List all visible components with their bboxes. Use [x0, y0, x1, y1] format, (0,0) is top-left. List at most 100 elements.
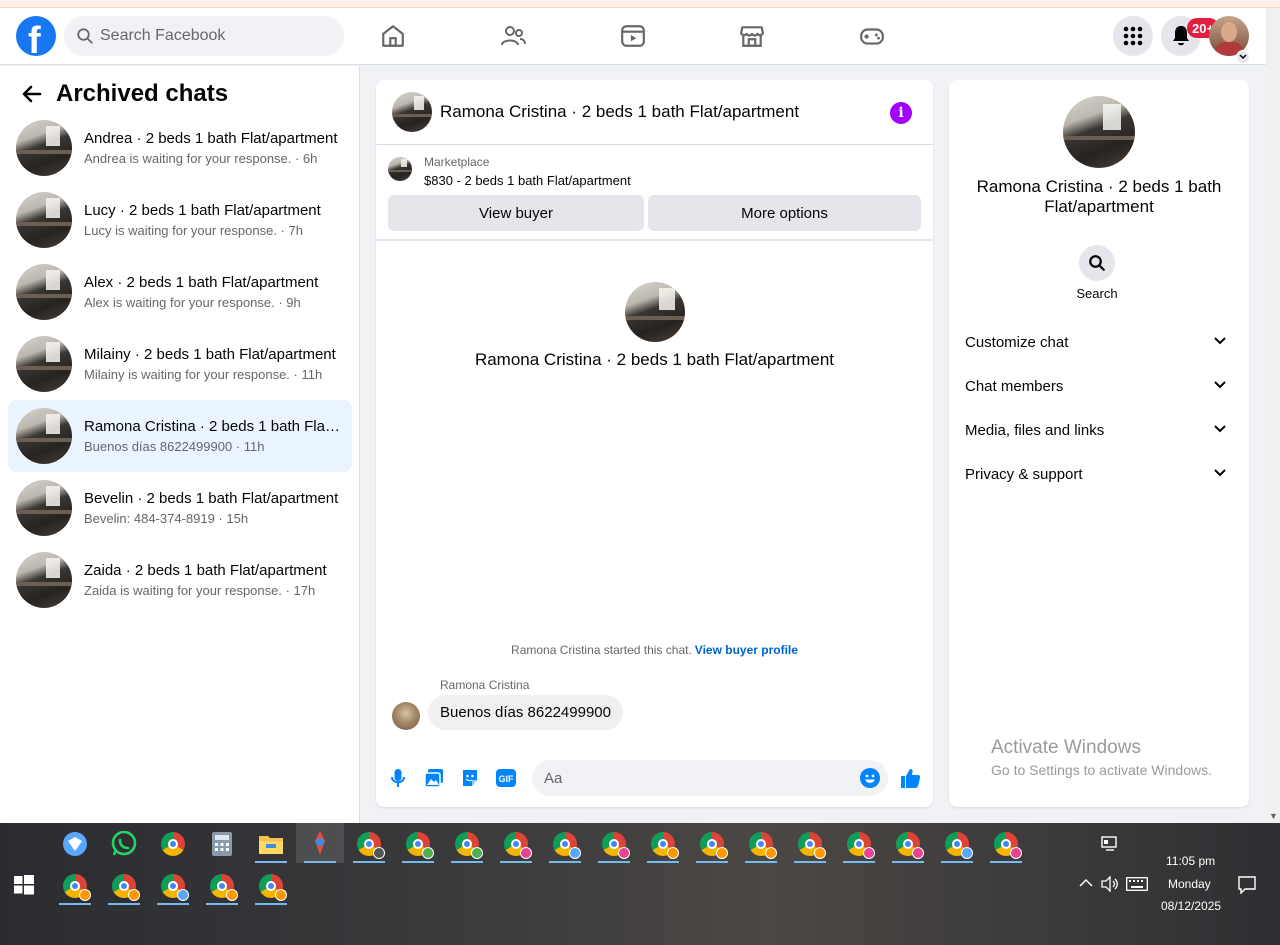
keyboard-icon[interactable]	[1126, 877, 1148, 891]
message-bubble[interactable]: Buenos días 8622499900	[428, 695, 623, 730]
gaming-icon[interactable]	[852, 20, 892, 52]
chat-name: Alex · 2 beds 1 bath Flat/apartment	[84, 274, 319, 291]
marketplace-icon[interactable]	[732, 20, 772, 52]
message-input-wrap	[532, 760, 888, 796]
chrome-profile-icon[interactable]	[888, 825, 928, 863]
emoji-icon[interactable]	[860, 768, 880, 788]
thumbs-up-icon[interactable]	[898, 766, 922, 790]
svg-text:GIF: GIF	[499, 774, 515, 784]
chrome-profile-icon[interactable]	[545, 825, 585, 863]
chat-preview: Buenos días 8622499900 · 11h	[84, 439, 265, 454]
search-input[interactable]	[100, 16, 330, 56]
speaker-icon[interactable]	[1101, 876, 1119, 892]
chrome-profile-icon[interactable]	[741, 825, 781, 863]
chrome-profile-icon[interactable]	[986, 825, 1026, 863]
section-label: Privacy & support	[965, 465, 1083, 483]
listing-title[interactable]: $830 - 2 beds 1 bath Flat/apartment	[424, 173, 631, 188]
windows-start-icon[interactable]	[14, 875, 34, 895]
chat-list-item[interactable]: Zaida · 2 beds 1 bath Flat/apartment Zaid…	[8, 544, 352, 616]
clock-day[interactable]: Monday	[1168, 877, 1211, 891]
chat-list-item[interactable]: Lucy · 2 beds 1 bath Flat/apartment Lucy …	[8, 184, 352, 256]
conversation-title[interactable]: Ramona Cristina · 2 beds 1 bath Flat/apa…	[440, 102, 799, 122]
more-options-button[interactable]: More options	[648, 195, 921, 231]
chat-name: Zaida · 2 beds 1 bath Flat/apartment	[84, 562, 327, 579]
whatsapp-icon[interactable]	[104, 825, 144, 863]
view-buyer-button[interactable]: View buyer	[388, 195, 644, 231]
chrome-profile-icon[interactable]	[153, 867, 193, 905]
clock-time[interactable]: 11:05 pm	[1166, 854, 1215, 868]
taskbar-app-icon[interactable]	[55, 825, 95, 863]
clock-date[interactable]: 08/12/2025	[1161, 899, 1221, 913]
video-icon[interactable]	[613, 20, 653, 52]
network-monitor-icon[interactable]	[1101, 836, 1119, 852]
chrome-profile-icon[interactable]	[349, 825, 389, 863]
chat-list-item[interactable]: Alex · 2 beds 1 bath Flat/apartment Alex …	[8, 256, 352, 328]
sender-avatar[interactable]	[392, 702, 420, 730]
search-box[interactable]	[64, 16, 344, 56]
chat-members-section[interactable]: Chat members	[957, 366, 1241, 406]
chevron-up-icon[interactable]	[1079, 878, 1093, 888]
conversation-avatar[interactable]	[392, 92, 432, 132]
chrome-profile-icon[interactable]	[496, 825, 536, 863]
conversation-header: Ramona Cristina · 2 beds 1 bath Flat/apa…	[376, 80, 933, 145]
chat-preview: Lucy is waiting for your response. · 7h	[84, 223, 303, 238]
home-icon[interactable]	[373, 20, 413, 52]
chrome-profile-icon[interactable]	[104, 867, 144, 905]
listing-thumbnail	[16, 552, 72, 608]
section-label: Media, files and links	[965, 421, 1105, 439]
chat-preview: Andrea is waiting for your response. · 6…	[84, 151, 318, 166]
chat-list-item[interactable]: Milainy · 2 beds 1 bath Flat/apartment Mi…	[8, 328, 352, 400]
listing-thumbnail	[16, 480, 72, 536]
chrome-profile-icon[interactable]	[398, 825, 438, 863]
privacy-support-section[interactable]: Privacy & support	[957, 454, 1241, 494]
chat-preview: Zaida is waiting for your response. · 17…	[84, 583, 316, 598]
media-files-links-section[interactable]: Media, files and links	[957, 410, 1241, 450]
section-label: Chat members	[965, 377, 1064, 395]
photo-icon[interactable]	[422, 766, 446, 790]
intro-name: Ramona Cristina · 2 beds 1 bath Flat/apa…	[474, 350, 835, 369]
chrome-profile-icon[interactable]	[643, 825, 683, 863]
gif-icon[interactable]: GIF	[494, 766, 518, 790]
microphone-icon[interactable]	[386, 766, 410, 790]
chrome-profile-icon[interactable]	[937, 825, 977, 863]
chrome-profile-icon[interactable]	[790, 825, 830, 863]
chrome-profile-icon[interactable]	[692, 825, 732, 863]
listing-thumbnail	[388, 157, 412, 181]
view-buyer-profile-link[interactable]: View buyer profile	[695, 643, 798, 657]
chat-list-item[interactable]: Andrea · 2 beds 1 bath Flat/apartment And…	[8, 112, 352, 184]
chat-list-item-active[interactable]: Ramona Cristina · 2 beds 1 bath Flat/apa…	[8, 400, 352, 472]
account-chevron-icon[interactable]	[1236, 50, 1250, 64]
message-composer: GIF	[376, 758, 933, 798]
chat-preview: Bevelin: 484-374-8919 · 15h	[84, 511, 249, 526]
chrome-search-icon[interactable]	[153, 825, 193, 863]
calculator-icon[interactable]	[202, 825, 242, 863]
facebook-logo[interactable]: f	[16, 16, 56, 56]
sticker-icon[interactable]	[458, 766, 482, 790]
back-arrow-icon[interactable]	[16, 78, 48, 110]
details-avatar	[1063, 96, 1135, 168]
chrome-profile-icon[interactable]	[251, 867, 291, 905]
message-sender-name: Ramona Cristina	[440, 678, 530, 692]
intro-avatar	[625, 282, 685, 342]
message-input[interactable]	[544, 760, 844, 796]
notification-center-icon[interactable]	[1238, 876, 1256, 894]
chat-name: Milainy · 2 beds 1 bath Flat/apartment	[84, 346, 336, 363]
chrome-profile-icon[interactable]	[202, 867, 242, 905]
menu-grid-button[interactable]	[1113, 16, 1153, 56]
page-scrollbar[interactable]: ▼	[1266, 8, 1280, 823]
chevron-down-icon	[1214, 469, 1226, 477]
chat-list-item[interactable]: Bevelin · 2 beds 1 bath Flat/apartment Be…	[8, 472, 352, 544]
friends-icon[interactable]	[493, 20, 533, 52]
info-icon[interactable]: i	[890, 102, 912, 124]
chat-preview: Alex is waiting for your response. · 9h	[84, 295, 301, 310]
chrome-profile-icon[interactable]	[839, 825, 879, 863]
active-app-icon[interactable]	[296, 823, 344, 863]
chrome-profile-icon[interactable]	[594, 825, 634, 863]
chrome-profile-icon[interactable]	[447, 825, 487, 863]
customize-chat-section[interactable]: Customize chat	[957, 322, 1241, 362]
search-label: Search	[1076, 286, 1118, 301]
listing-thumbnail	[16, 264, 72, 320]
chrome-profile-icon[interactable]	[55, 867, 95, 905]
file-explorer-icon[interactable]	[251, 825, 291, 863]
search-in-chat-button[interactable]	[1079, 245, 1115, 281]
